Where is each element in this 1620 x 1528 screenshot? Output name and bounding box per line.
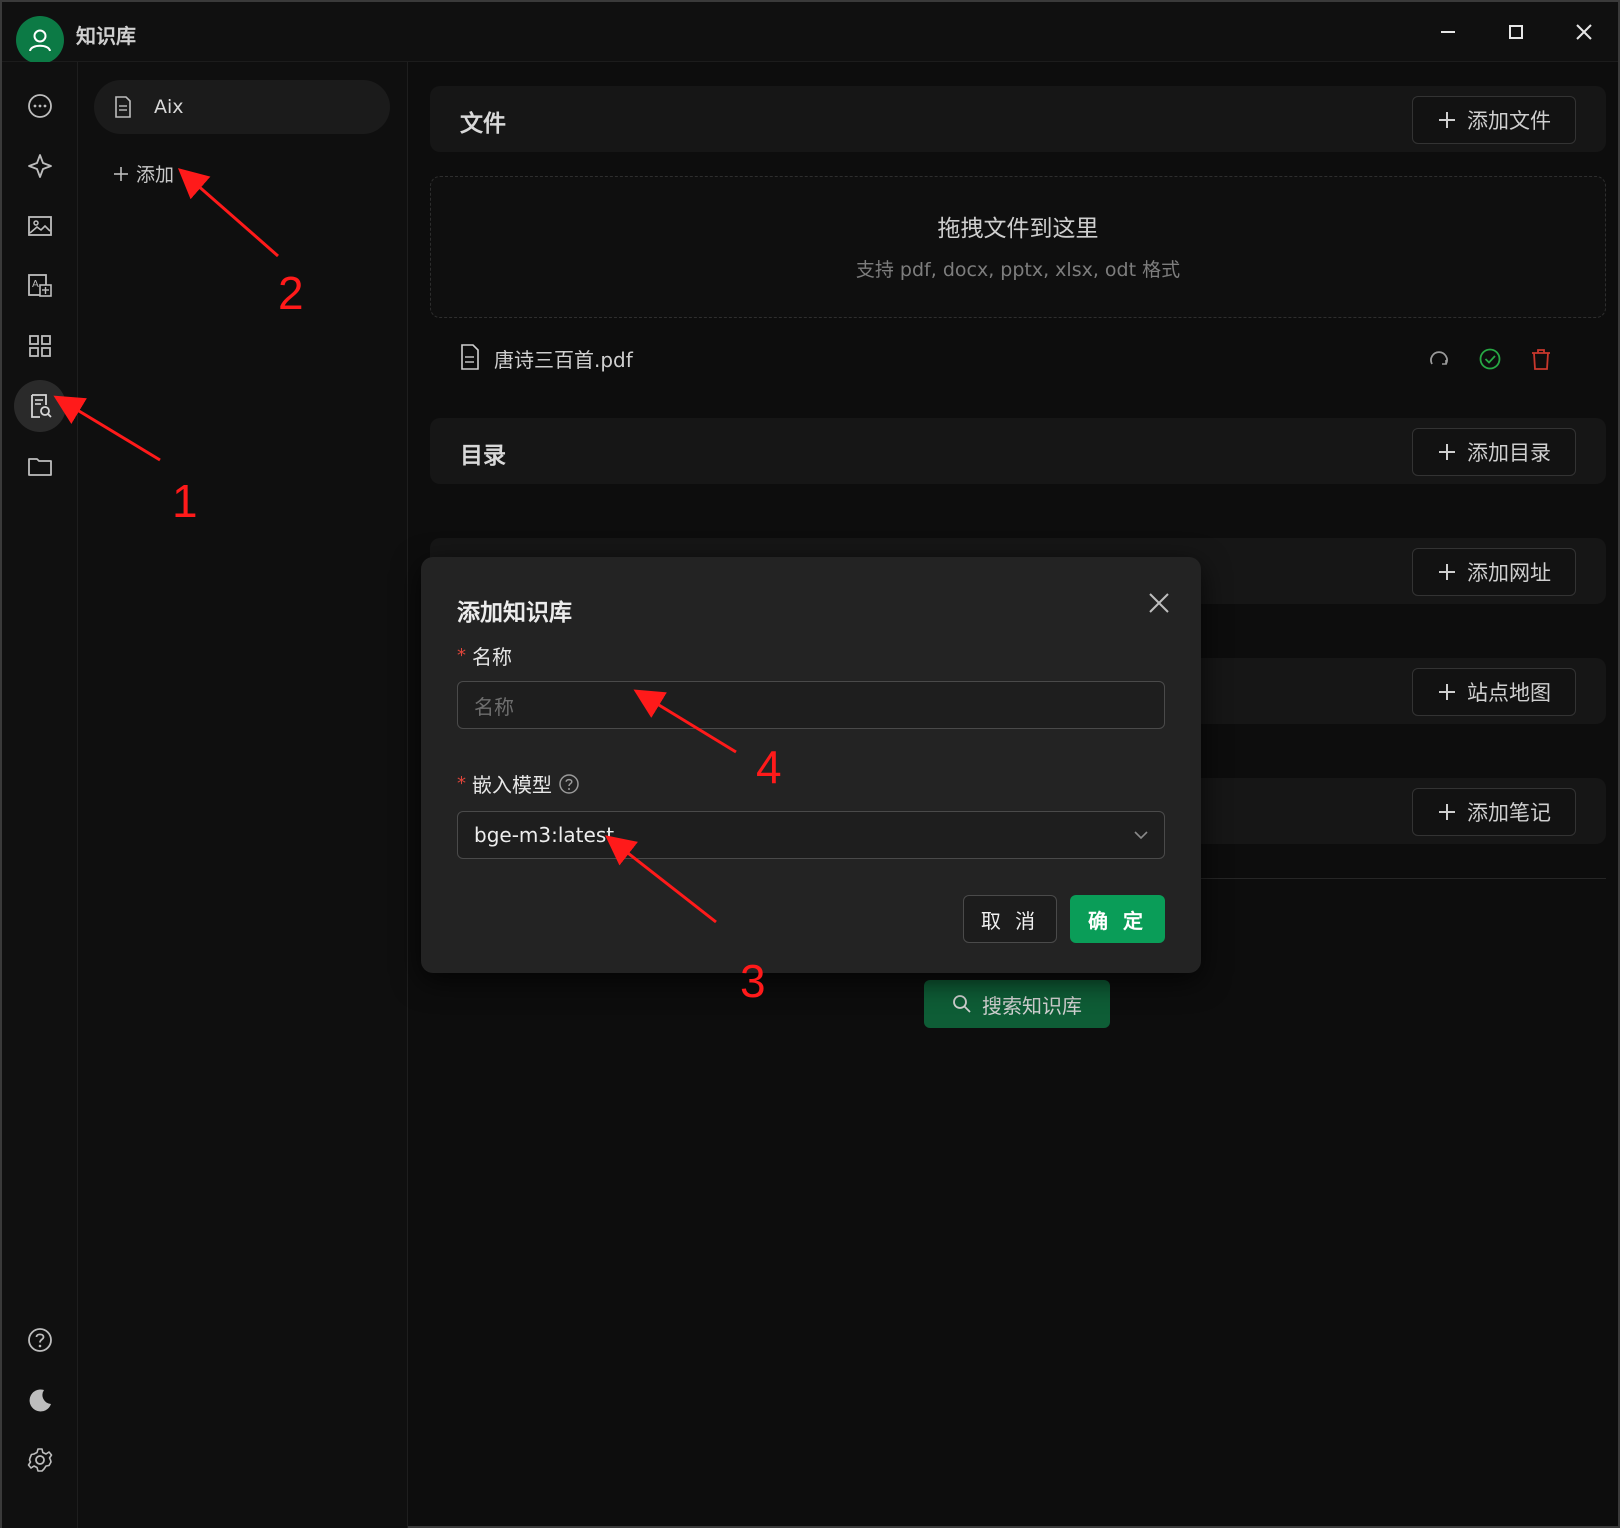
add-directory-label: 添加目录 bbox=[1467, 441, 1551, 465]
search-knowledge-base-button[interactable]: 搜索知识库 bbox=[924, 980, 1110, 1028]
search-icon bbox=[953, 995, 971, 1013]
model-label-text: 嵌入模型 bbox=[472, 773, 552, 797]
plus-icon bbox=[1439, 112, 1455, 128]
name-label-text: 名称 bbox=[472, 645, 512, 669]
annotation-number-1: 1 bbox=[172, 475, 198, 527]
kb-item-aix[interactable]: Aix bbox=[94, 80, 390, 134]
annotation-number-4: 4 bbox=[756, 741, 782, 793]
chevron-down-icon bbox=[1134, 831, 1148, 840]
rail-translate[interactable]: A bbox=[14, 260, 66, 312]
search-knowledge-base-label: 搜索知识库 bbox=[982, 993, 1082, 1018]
moon-icon bbox=[29, 1389, 51, 1412]
image-icon bbox=[28, 216, 52, 236]
close-icon bbox=[1576, 24, 1592, 40]
file-dropzone[interactable]: 拖拽文件到这里 支持 pdf, docx, pptx, xlsx, odt 格式 bbox=[430, 176, 1606, 318]
maximize-button[interactable] bbox=[1494, 12, 1538, 52]
check-circle-icon bbox=[1479, 348, 1501, 370]
add-file-label: 添加文件 bbox=[1467, 109, 1551, 133]
name-input[interactable]: 名称 bbox=[457, 681, 1165, 729]
plus-icon bbox=[114, 166, 128, 181]
file-row: 唐诗三百首.pdf bbox=[430, 324, 1606, 394]
directory-section-header: 目录 添加目录 bbox=[430, 418, 1606, 484]
delete-file-button[interactable] bbox=[1528, 346, 1554, 372]
kb-item-label: Aix bbox=[154, 96, 184, 118]
gear-icon bbox=[27, 1448, 53, 1472]
reprocess-file-button[interactable] bbox=[1426, 346, 1452, 372]
add-note-label: 添加笔记 bbox=[1467, 801, 1551, 825]
rail-apps[interactable] bbox=[14, 320, 66, 372]
rail-files[interactable] bbox=[14, 440, 66, 492]
folder-icon bbox=[28, 458, 52, 476]
name-input-placeholder: 名称 bbox=[474, 694, 514, 719]
cancel-button[interactable]: 取 消 bbox=[963, 895, 1057, 943]
maximize-icon bbox=[1509, 25, 1523, 39]
files-section-header: 文件 添加文件 bbox=[430, 86, 1606, 152]
knowledge-base-list: Aix 添加 bbox=[78, 62, 408, 1528]
add-knowledge-base-label: 添加 bbox=[136, 164, 175, 186]
embedding-model-select[interactable]: bge-m3:latest bbox=[457, 811, 1165, 859]
add-knowledge-base-dialog: 添加知识库 * 名称 名称 * 嵌入模型 bge-m3:latest 取 消 确… bbox=[421, 557, 1201, 973]
plus-icon bbox=[1439, 684, 1455, 700]
trash-icon bbox=[1532, 349, 1550, 370]
plus-icon bbox=[1439, 444, 1455, 460]
add-file-button[interactable]: 添加文件 bbox=[1412, 96, 1576, 144]
file-status-done bbox=[1477, 346, 1503, 372]
embedding-model-value: bge-m3:latest bbox=[474, 823, 615, 847]
annotation-number-2: 2 bbox=[278, 267, 304, 319]
name-field-label: * 名称 bbox=[457, 641, 512, 670]
file-icon bbox=[461, 344, 479, 370]
files-section-title: 文件 bbox=[460, 111, 506, 137]
annotation-number-3: 3 bbox=[740, 955, 766, 1007]
add-note-button[interactable]: 添加笔记 bbox=[1412, 788, 1576, 836]
add-url-button[interactable]: 添加网址 bbox=[1412, 548, 1576, 596]
rail-chat[interactable] bbox=[14, 80, 66, 132]
dialog-close-button[interactable] bbox=[1143, 587, 1175, 619]
minimize-button[interactable] bbox=[1426, 12, 1470, 52]
svg-text:A: A bbox=[32, 279, 39, 290]
add-directory-button[interactable]: 添加目录 bbox=[1412, 428, 1576, 476]
sparkle-icon bbox=[28, 154, 52, 178]
directory-section-title: 目录 bbox=[460, 443, 506, 469]
add-knowledge-base-button[interactable]: 添加 bbox=[112, 160, 174, 187]
rail-settings[interactable] bbox=[14, 1434, 66, 1486]
title-bar: 知识库 bbox=[2, 2, 1618, 64]
translate-icon: A bbox=[28, 274, 52, 297]
chat-icon bbox=[28, 94, 52, 118]
dialog-title: 添加知识库 bbox=[457, 600, 572, 626]
knowledge-base-icon bbox=[31, 394, 52, 418]
user-icon bbox=[29, 29, 51, 52]
model-field-label: * 嵌入模型 bbox=[457, 769, 580, 798]
rail-help[interactable] bbox=[14, 1314, 66, 1366]
close-window-button[interactable] bbox=[1562, 12, 1606, 52]
avatar[interactable] bbox=[16, 16, 64, 64]
close-icon bbox=[1149, 593, 1169, 613]
refresh-icon bbox=[1430, 351, 1448, 365]
rail-image[interactable] bbox=[14, 200, 66, 252]
rail-theme-toggle[interactable] bbox=[14, 1374, 66, 1426]
rail-assistant[interactable] bbox=[14, 140, 66, 192]
help-icon bbox=[28, 1328, 52, 1352]
required-marker: * bbox=[457, 645, 466, 666]
document-icon bbox=[115, 96, 131, 118]
app-title: 知识库 bbox=[76, 24, 136, 48]
add-sitemap-label: 站点地图 bbox=[1467, 681, 1551, 705]
plus-icon bbox=[1439, 804, 1455, 820]
dropzone-subtitle: 支持 pdf, docx, pptx, xlsx, odt 格式 bbox=[855, 259, 1181, 281]
add-url-label: 添加网址 bbox=[1467, 561, 1551, 585]
file-name: 唐诗三百首.pdf bbox=[494, 348, 633, 372]
help-icon[interactable] bbox=[558, 773, 580, 795]
rail-knowledge-base[interactable] bbox=[14, 380, 66, 432]
add-sitemap-button[interactable]: 站点地图 bbox=[1412, 668, 1576, 716]
plus-icon bbox=[1439, 564, 1455, 580]
confirm-button[interactable]: 确 定 bbox=[1070, 895, 1165, 943]
apps-grid-icon bbox=[29, 335, 51, 357]
nav-rail: A bbox=[2, 62, 78, 1528]
minimize-icon bbox=[1441, 31, 1455, 33]
dropzone-title: 拖拽文件到这里 bbox=[937, 216, 1099, 242]
required-marker: * bbox=[457, 773, 466, 794]
